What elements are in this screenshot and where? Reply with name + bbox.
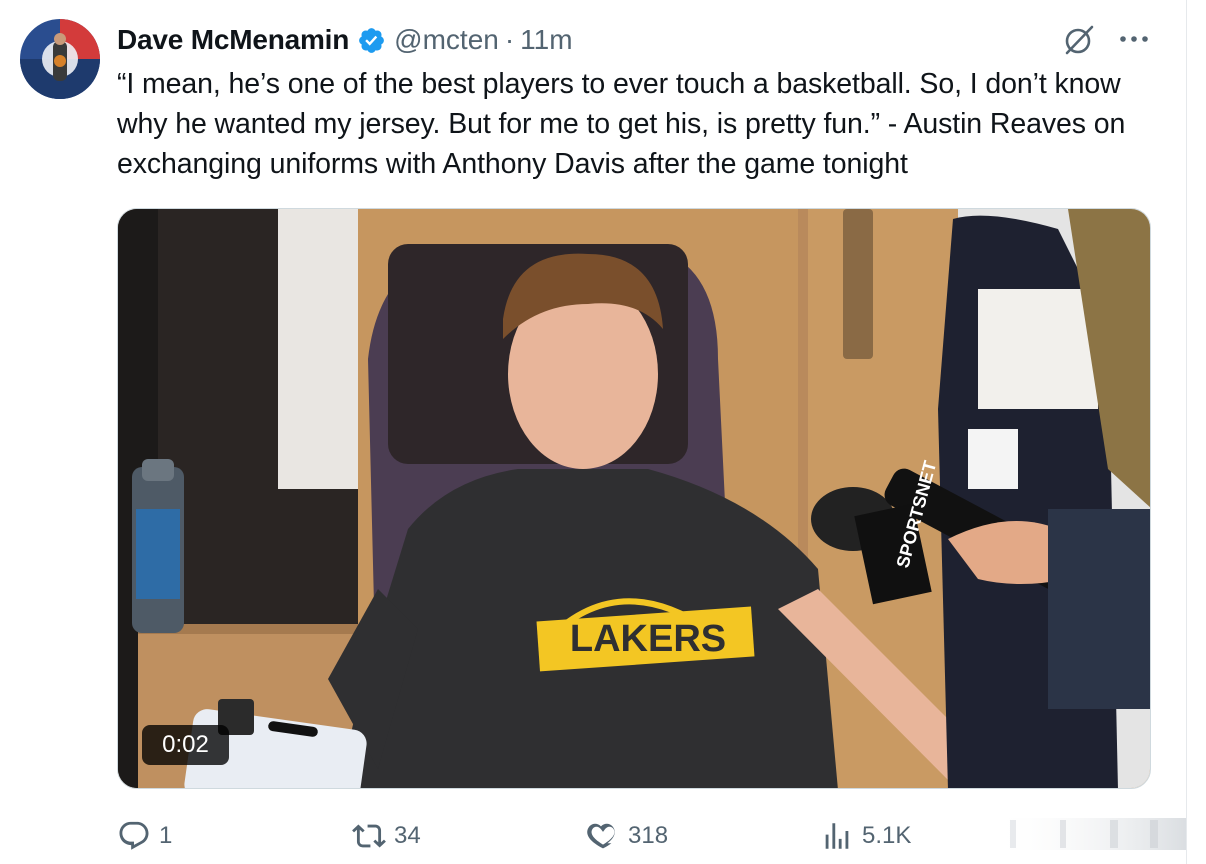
- tweet-text: “I mean, he’s one of the best players to…: [117, 68, 1126, 180]
- repost-button[interactable]: 34: [352, 812, 421, 860]
- video-frame: LAKERS SPORTSNET: [118, 209, 1150, 788]
- like-button[interactable]: 318: [586, 812, 668, 860]
- tweet-header: Dave McMenamin @mcten · 11m: [117, 20, 573, 60]
- video-duration: 0:02: [142, 725, 229, 765]
- verified-badge-icon: [357, 26, 386, 55]
- divider: [1186, 0, 1187, 864]
- reply-button[interactable]: 1: [117, 812, 172, 860]
- tweet: Dave McMenamin @mcten · 11m “I mean, he’…: [0, 0, 1186, 864]
- views-icon: [825, 823, 849, 849]
- separator-dot: ·: [504, 24, 515, 55]
- grok-icon[interactable]: [1061, 22, 1097, 58]
- author-handle[interactable]: @mcten: [394, 24, 499, 56]
- repost-icon: [352, 824, 386, 848]
- more-icon[interactable]: [1116, 24, 1152, 54]
- like-icon: [587, 823, 615, 849]
- reply-icon: [119, 821, 149, 850]
- shirt-lakers-text: LAKERS: [570, 618, 726, 660]
- like-count: 318: [628, 822, 669, 849]
- author-name[interactable]: Dave McMenamin: [117, 24, 349, 56]
- timestamp[interactable]: 11m: [520, 24, 572, 56]
- bookmark-share-faded-icon[interactable]: [990, 812, 1186, 856]
- view-count: 5.1K: [862, 822, 912, 849]
- avatar[interactable]: [20, 19, 100, 99]
- views-button[interactable]: 5.1K: [820, 812, 911, 860]
- video-player[interactable]: LAKERS SPORTSNET: [117, 208, 1151, 789]
- repost-count: 34: [394, 822, 421, 849]
- reply-count: 1: [159, 822, 173, 849]
